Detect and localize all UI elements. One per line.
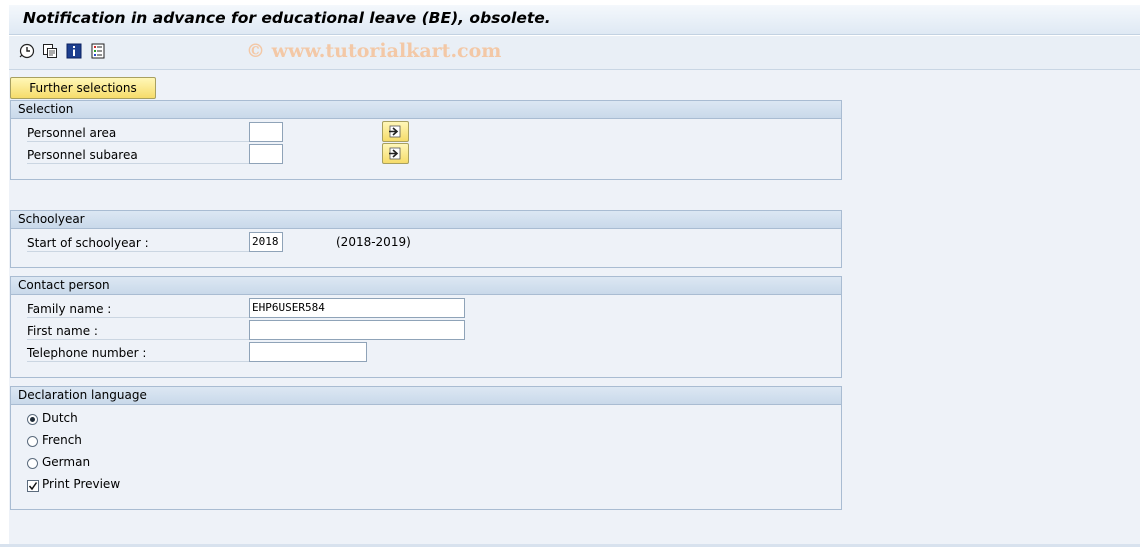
family-name-input[interactable]: EHP6USER584 bbox=[249, 298, 465, 318]
application-toolbar bbox=[9, 36, 1140, 70]
declaration-language-group-header: Declaration language bbox=[11, 387, 841, 405]
schoolyear-range-text: (2018-2019) bbox=[336, 235, 411, 249]
personnel-subarea-multiple-selection-button[interactable] bbox=[382, 143, 409, 164]
first-name-input[interactable] bbox=[249, 320, 465, 340]
selection-screen: Further selections Selection Personnel a… bbox=[9, 70, 1140, 547]
telephone-number-label: Telephone number : bbox=[27, 344, 249, 362]
print-preview-label: Print Preview bbox=[42, 477, 121, 491]
personnel-area-label: Personnel area bbox=[27, 124, 249, 142]
print-preview-checkbox[interactable] bbox=[27, 480, 39, 492]
personnel-subarea-input[interactable] bbox=[249, 144, 283, 164]
start-schoolyear-label: Start of schoolyear : bbox=[27, 234, 249, 252]
contact-person-group-header: Contact person bbox=[11, 277, 841, 295]
telephone-number-input[interactable] bbox=[249, 342, 367, 362]
dutch-radio[interactable] bbox=[27, 414, 38, 425]
execute-icon[interactable] bbox=[19, 43, 35, 59]
german-label: German bbox=[42, 455, 91, 469]
first-name-label: First name : bbox=[27, 322, 249, 340]
title-bar: Notification in advance for educational … bbox=[9, 5, 1140, 35]
german-radio[interactable] bbox=[27, 458, 38, 469]
arrow-right-icon bbox=[389, 125, 401, 138]
copy-variant-icon[interactable] bbox=[42, 43, 58, 59]
schoolyear-group-header: Schoolyear bbox=[11, 211, 841, 229]
family-name-label: Family name : bbox=[27, 300, 249, 318]
french-label: French bbox=[42, 433, 82, 447]
watermark: © www.tutorialkart.com bbox=[246, 40, 502, 62]
schoolyear-group: Schoolyear Start of schoolyear : 2018 (2… bbox=[10, 210, 842, 268]
info-icon[interactable] bbox=[66, 43, 82, 59]
contact-person-group: Contact person Family name : EHP6USER584… bbox=[10, 276, 842, 378]
selection-options-icon[interactable] bbox=[90, 43, 106, 59]
personnel-area-input[interactable] bbox=[249, 122, 283, 142]
french-radio[interactable] bbox=[27, 436, 38, 447]
declaration-language-group: Declaration language Dutch French German… bbox=[10, 386, 842, 510]
checkmark-icon bbox=[28, 482, 38, 491]
start-schoolyear-input[interactable]: 2018 bbox=[249, 232, 283, 252]
selection-group-header: Selection bbox=[11, 101, 841, 119]
dutch-label: Dutch bbox=[42, 411, 78, 425]
personnel-area-multiple-selection-button[interactable] bbox=[382, 121, 409, 142]
page-title: Notification in advance for educational … bbox=[23, 9, 551, 27]
personnel-subarea-label: Personnel subarea bbox=[27, 146, 249, 164]
selection-group: Selection Personnel area Personnel subar… bbox=[10, 100, 842, 180]
arrow-right-icon bbox=[389, 147, 401, 160]
further-selections-button[interactable]: Further selections bbox=[10, 77, 156, 99]
